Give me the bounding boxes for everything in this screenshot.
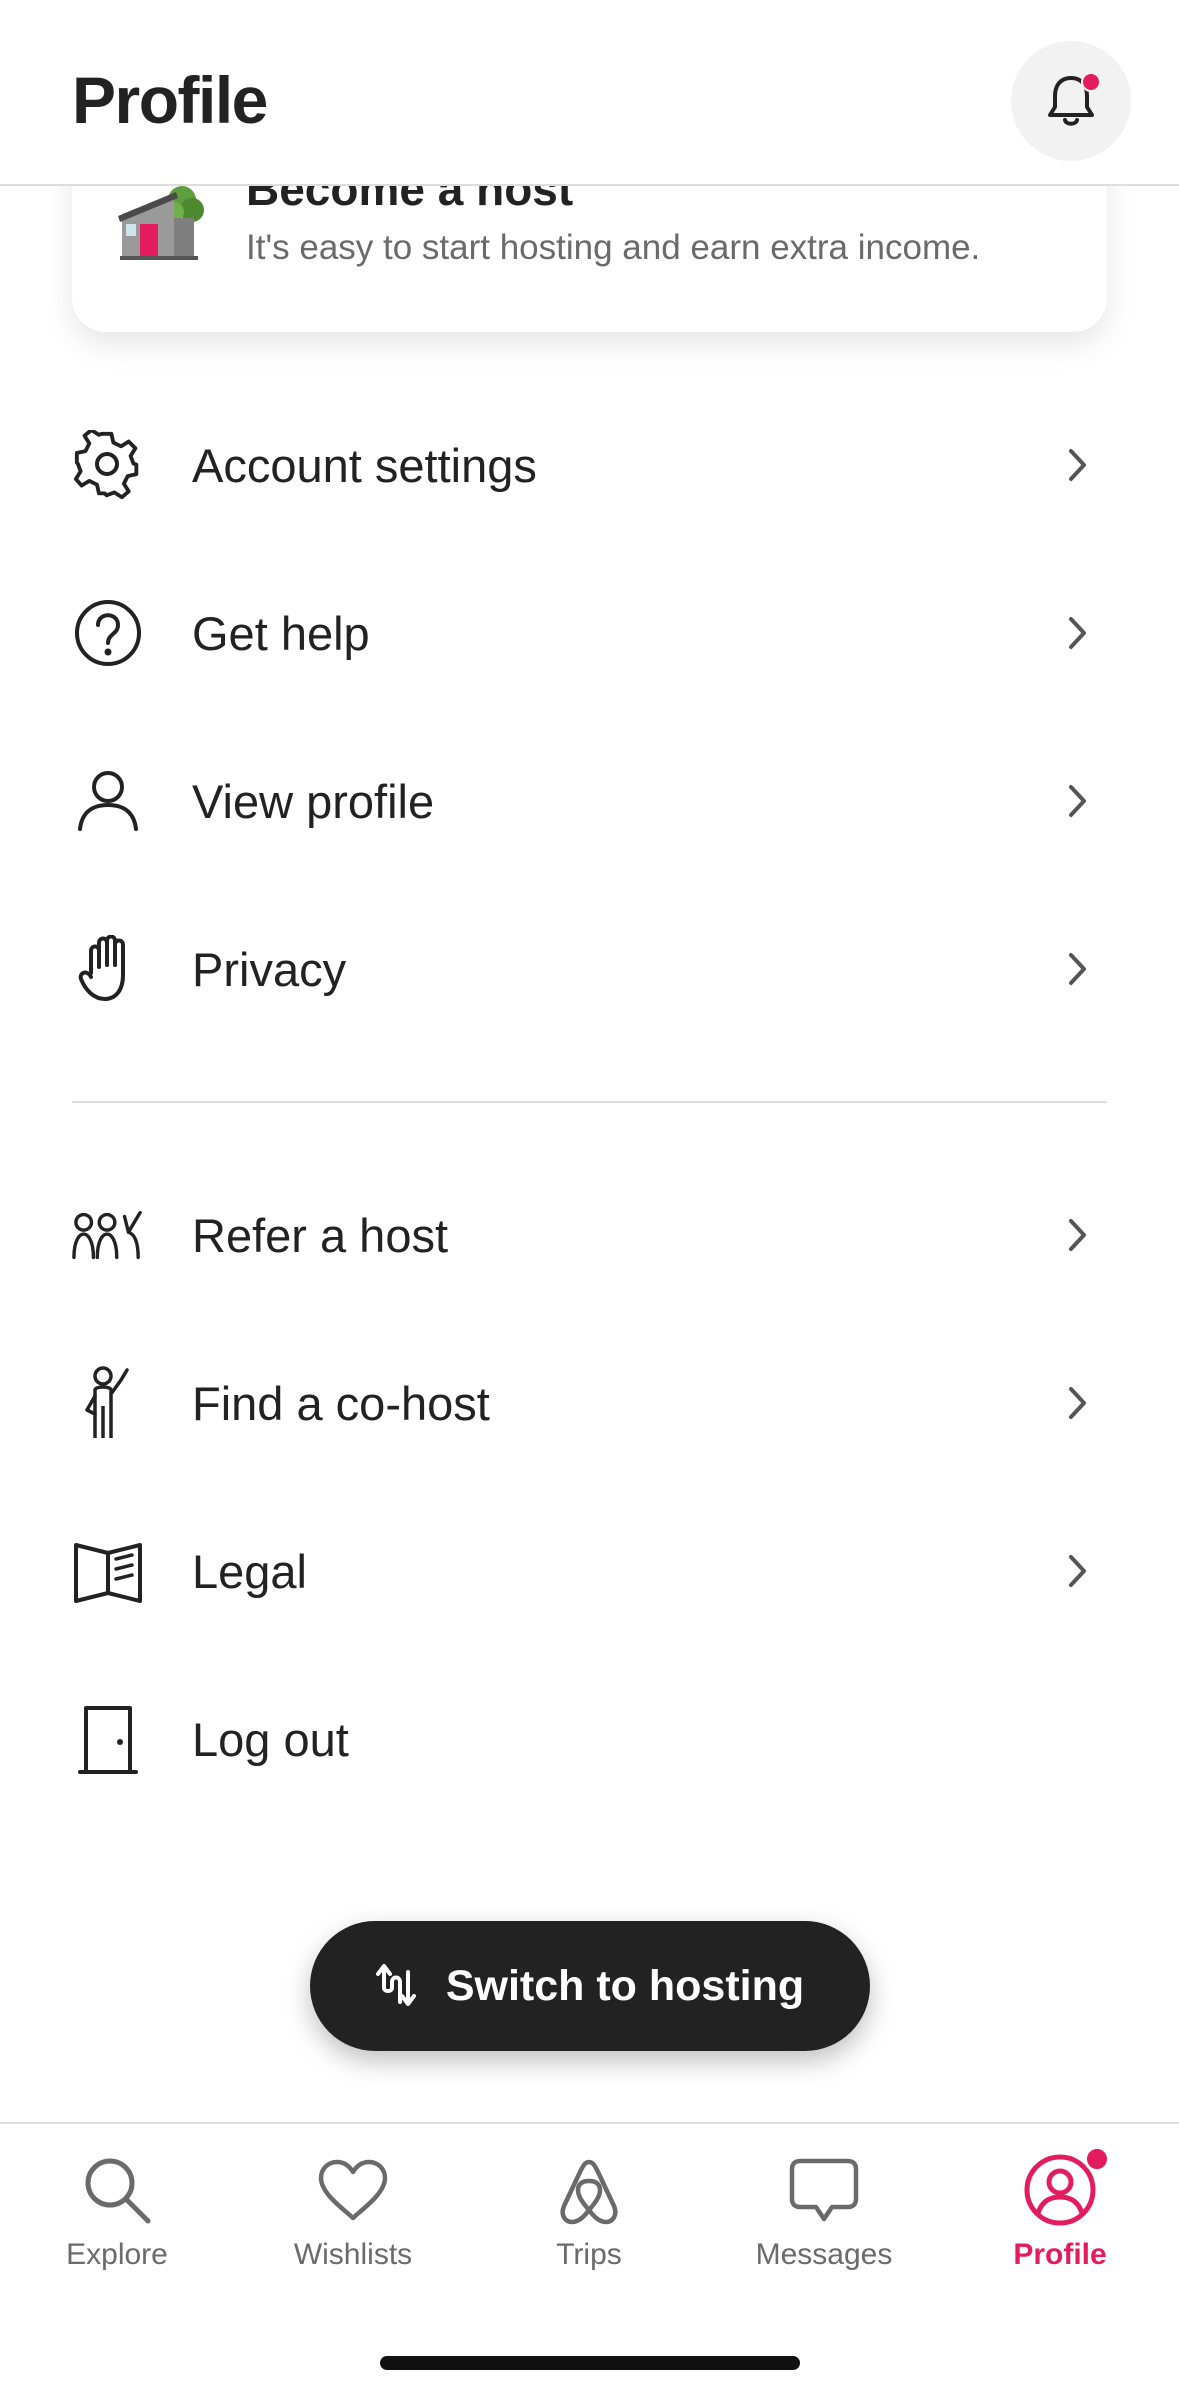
co-host-person-icon <box>72 1366 144 1439</box>
person-icon <box>72 765 144 837</box>
airbnb-logo-icon <box>551 2152 627 2228</box>
header: Profile <box>0 0 1179 186</box>
menu-item-find-a-co-host[interactable]: Find a co-host <box>0 1328 1179 1478</box>
menu-item-label: View profile <box>192 774 435 828</box>
tab-label: Profile <box>1013 2238 1107 2271</box>
tab-explore[interactable]: Explore <box>17 2152 217 2302</box>
gear-icon <box>72 429 144 501</box>
menu-item-label: Account settings <box>192 438 537 492</box>
tab-label: Wishlists <box>293 2238 413 2271</box>
menu-item-label: Legal <box>192 1544 307 1598</box>
chevron-right-icon <box>1062 1215 1094 1255</box>
tab-label: Explore <box>66 2238 168 2271</box>
switch-to-hosting-label: Switch to hosting <box>445 1961 805 2010</box>
menu-item-get-help[interactable]: Get help <box>0 558 1179 708</box>
switch-arrows-icon <box>375 1964 416 2006</box>
tab-label: Trips <box>556 2238 622 2271</box>
profile-circle-icon <box>1022 2146 1110 2228</box>
menu-item-label: Get help <box>192 606 370 660</box>
people-icon <box>72 1199 144 1271</box>
menu-item-view-profile[interactable]: View profile <box>0 726 1179 876</box>
message-bubble-icon <box>786 2152 862 2228</box>
menu-item-label: Log out <box>192 1712 349 1766</box>
chevron-right-icon <box>1062 1551 1094 1591</box>
search-icon <box>79 2152 155 2228</box>
app-screen: Become a host It's easy to start hosting… <box>0 0 1179 2396</box>
heart-icon <box>315 2152 391 2228</box>
page-title: Profile <box>72 63 268 137</box>
house-illustration-icon <box>116 184 206 269</box>
menu-item-label: Find a co-host <box>192 1376 490 1430</box>
bottom-tab-bar: Explore Wishlists Trips Messages Profile <box>0 2122 1179 2396</box>
notification-badge <box>1081 72 1101 92</box>
menu-item-account-settings[interactable]: Account settings <box>0 390 1179 540</box>
chevron-right-icon <box>1062 445 1094 485</box>
menu-item-label: Refer a host <box>192 1208 449 1262</box>
home-indicator <box>380 2356 800 2370</box>
hand-icon <box>72 933 144 1005</box>
profile-notification-badge <box>1084 2146 1110 2172</box>
chevron-right-icon <box>1062 781 1094 821</box>
door-icon <box>72 1703 144 1775</box>
chevron-right-icon <box>1062 949 1094 989</box>
switch-to-hosting-button[interactable]: Switch to hosting <box>310 1921 870 2051</box>
menu-item-legal[interactable]: Legal <box>0 1496 1179 1646</box>
menu-item-privacy[interactable]: Privacy <box>0 894 1179 1044</box>
host-card-subtitle: It's easy to start hosting and earn extr… <box>246 228 981 267</box>
section-divider <box>72 1101 1107 1103</box>
tab-trips[interactable]: Trips <box>489 2152 689 2302</box>
menu-item-refer-a-host[interactable]: Refer a host <box>0 1160 1179 1310</box>
tab-wishlists[interactable]: Wishlists <box>253 2152 453 2302</box>
tab-messages[interactable]: Messages <box>724 2152 924 2302</box>
chevron-right-icon <box>1062 1383 1094 1423</box>
tab-label: Messages <box>755 2238 893 2271</box>
book-icon <box>72 1535 144 1607</box>
chevron-right-icon <box>1062 613 1094 653</box>
menu-item-log-out[interactable]: Log out <box>0 1664 1179 1814</box>
menu-item-label: Privacy <box>192 942 347 996</box>
question-circle-icon <box>72 597 144 669</box>
tab-profile[interactable]: Profile <box>960 2146 1160 2302</box>
notifications-button[interactable] <box>1011 41 1131 161</box>
